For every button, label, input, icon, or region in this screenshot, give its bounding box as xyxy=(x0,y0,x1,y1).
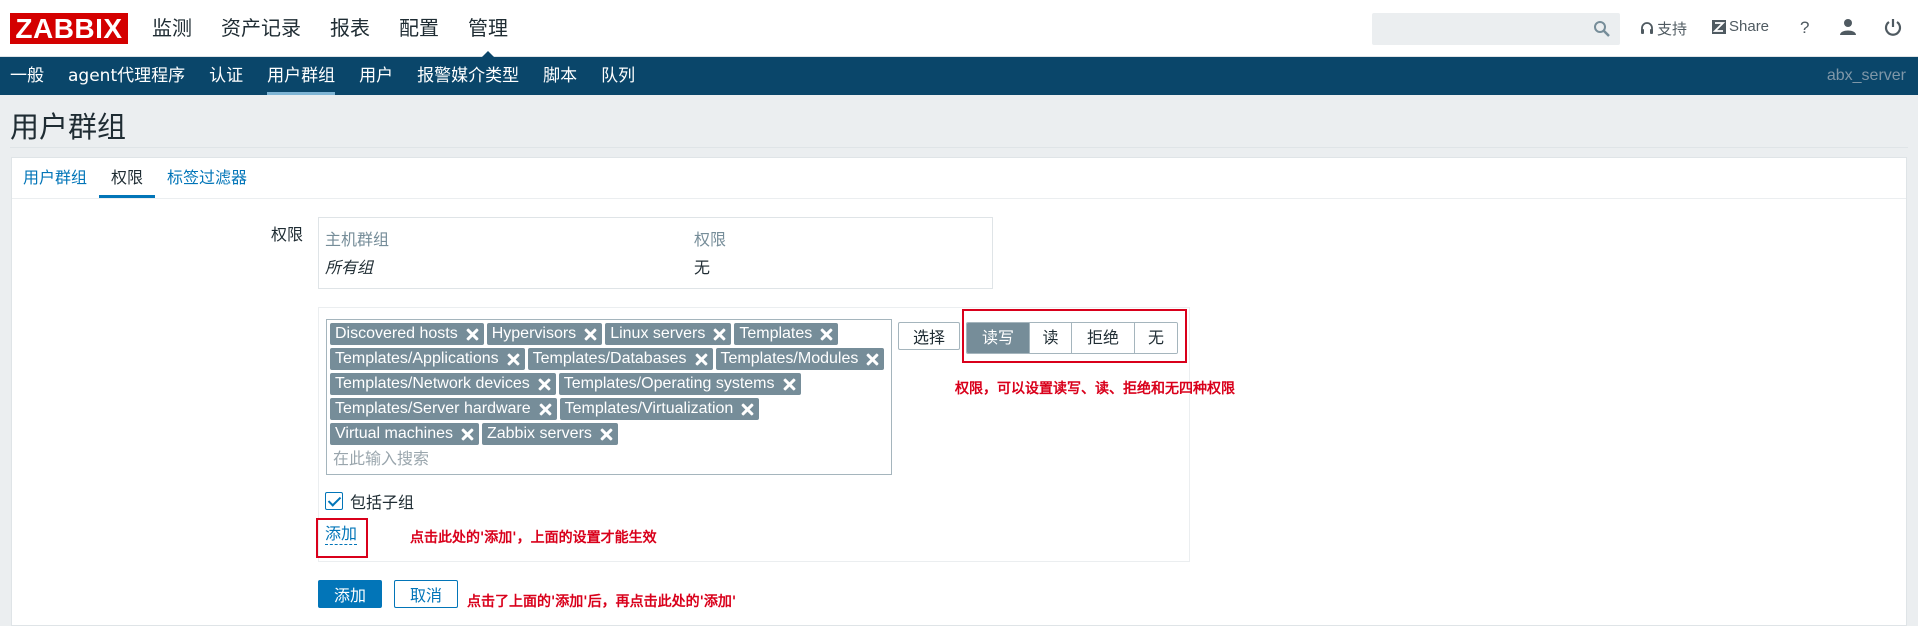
subnav-queue[interactable]: 队列 xyxy=(589,57,647,95)
chip-label: Templates/Databases xyxy=(532,350,687,367)
cancel-button[interactable]: 取消 xyxy=(394,580,458,608)
subnav-scripts[interactable]: 脚本 xyxy=(531,57,589,95)
chip-label: Templates/Server hardware xyxy=(335,400,531,417)
support-link[interactable]: 支持 xyxy=(1640,18,1687,39)
tab-tag-filter[interactable]: 标签过滤器 xyxy=(155,157,259,198)
annotation-add-button-note: 点击了上面的'添加'后，再点击此处的'添加' xyxy=(467,594,737,610)
annotation-highlight-permissions xyxy=(962,309,1187,363)
remove-chip-icon[interactable] xyxy=(783,378,796,391)
remove-chip-icon[interactable] xyxy=(600,428,613,441)
user-profile-icon[interactable] xyxy=(1838,17,1858,37)
chip-list: Discovered hosts Hypervisors Linux serve… xyxy=(330,323,888,445)
group-chip: Templates/Server hardware xyxy=(330,398,557,420)
host-group-multiselect[interactable]: Discovered hosts Hypervisors Linux serve… xyxy=(326,319,892,475)
tab-user-group[interactable]: 用户群组 xyxy=(11,157,99,198)
tab-permissions[interactable]: 权限 xyxy=(99,157,156,198)
annotation-highlight-add-link xyxy=(316,518,368,558)
permissions-label: 权限 xyxy=(271,225,304,244)
chip-label: Templates/Modules xyxy=(720,350,859,367)
share-label: Share xyxy=(1729,18,1770,35)
column-header-host-group: 主机群组 xyxy=(325,230,390,249)
form-tabs: 用户群组 权限 标签过滤器 xyxy=(11,157,259,198)
group-chip: Templates/Operating systems xyxy=(558,373,801,395)
include-subgroups-checkbox[interactable] xyxy=(325,492,343,510)
include-subgroups-row: 包括子组 xyxy=(325,489,414,513)
search-input[interactable] xyxy=(1373,14,1573,44)
remove-chip-icon[interactable] xyxy=(713,328,726,341)
group-chip: Virtual machines xyxy=(330,423,479,445)
sign-out-icon[interactable] xyxy=(1883,17,1903,37)
zabbix-logo[interactable]: ZABBIX xyxy=(10,13,128,44)
subnav-users[interactable]: 用户 xyxy=(347,57,405,95)
remove-chip-icon[interactable] xyxy=(461,428,474,441)
remove-chip-icon[interactable] xyxy=(507,353,520,366)
group-chip: Templates xyxy=(734,323,839,345)
menu-reports[interactable]: 报表 xyxy=(330,0,370,57)
remove-chip-icon[interactable] xyxy=(584,328,597,341)
chip-label: Zabbix servers xyxy=(486,425,592,442)
subnav-media-types[interactable]: 报警媒介类型 xyxy=(405,57,531,95)
chip-label: Hypervisors xyxy=(491,325,577,342)
chip-label: Templates/Network devices xyxy=(335,375,530,392)
select-button[interactable]: 选择 xyxy=(898,322,960,350)
share-link[interactable]: Share xyxy=(1712,18,1769,35)
divider xyxy=(12,198,1906,199)
group-chip: Linux servers xyxy=(605,323,732,345)
admin-subnav: 一般 agent代理程序 认证 用户群组 用户 报警媒介类型 脚本 队列 xyxy=(0,57,1918,95)
column-header-permission: 权限 xyxy=(694,230,727,249)
headset-icon xyxy=(1641,21,1653,34)
remove-chip-icon[interactable] xyxy=(820,328,833,341)
menu-administration[interactable]: 管理 xyxy=(468,0,508,58)
chip-label: Templates xyxy=(739,325,813,342)
remove-chip-icon[interactable] xyxy=(866,353,879,366)
group-chip: Zabbix servers xyxy=(481,423,618,445)
menu-configuration[interactable]: 配置 xyxy=(399,0,439,57)
annotation-add-link-note: 点击此处的'添加'，上面的设置才能生效 xyxy=(410,530,657,546)
chip-label: Templates/Virtualization xyxy=(564,400,734,417)
group-chip: Templates/Applications xyxy=(330,348,525,370)
group-chip: Templates/Databases xyxy=(527,348,713,370)
subnav-authentication[interactable]: 认证 xyxy=(197,57,255,95)
annotation-permission-note: 权限，可以设置读写、读、拒绝和无四种权限 xyxy=(955,381,1235,397)
group-search-input[interactable] xyxy=(330,446,630,470)
menu-inventory[interactable]: 资产记录 xyxy=(221,0,301,57)
menu-monitoring[interactable]: 监测 xyxy=(152,0,192,57)
subnav-proxies[interactable]: agent代理程序 xyxy=(56,57,197,95)
global-search xyxy=(1372,13,1620,45)
group-chip: Hypervisors xyxy=(486,323,603,345)
group-chip: Templates/Network devices xyxy=(330,373,556,395)
chip-label: Templates/Operating systems xyxy=(563,375,775,392)
help-icon: ? xyxy=(1800,18,1810,37)
search-icon[interactable] xyxy=(1593,20,1611,38)
group-chip: Templates/Modules xyxy=(715,348,885,370)
top-header: ZABBIX 监测 资产记录 报表 配置 管理 支持 Share ? xyxy=(0,0,1918,58)
chip-label: Discovered hosts xyxy=(335,325,458,342)
group-chip: Templates/Virtualization xyxy=(559,398,760,420)
remove-chip-icon[interactable] xyxy=(741,403,754,416)
share-z-icon xyxy=(1712,19,1726,34)
table-cell-permission: 无 xyxy=(694,258,711,277)
server-name: abx_server xyxy=(1826,67,1906,84)
remove-chip-icon[interactable] xyxy=(538,378,551,391)
remove-chip-icon[interactable] xyxy=(466,328,479,341)
add-button[interactable]: 添加 xyxy=(318,580,382,608)
permissions-table: 主机群组 权限 所有组 无 xyxy=(318,217,993,289)
table-cell-group: 所有组 xyxy=(325,258,374,277)
help-link[interactable]: ? xyxy=(1800,18,1809,38)
chip-label: Templates/Applications xyxy=(335,350,499,367)
subnav-user-groups[interactable]: 用户群组 xyxy=(255,57,347,95)
page-title: 用户群组 xyxy=(10,110,127,144)
remove-chip-icon[interactable] xyxy=(695,353,708,366)
remove-chip-icon[interactable] xyxy=(539,403,552,416)
chip-label: Virtual machines xyxy=(335,425,453,442)
divider xyxy=(10,147,1908,148)
main-menu: 监测 资产记录 报表 配置 管理 xyxy=(152,0,537,58)
subnav-general[interactable]: 一般 xyxy=(0,57,56,95)
group-chip: Discovered hosts xyxy=(330,323,484,345)
support-label: 支持 xyxy=(1657,21,1688,38)
chip-label: Linux servers xyxy=(610,325,706,342)
include-subgroups-label[interactable]: 包括子组 xyxy=(350,489,414,513)
